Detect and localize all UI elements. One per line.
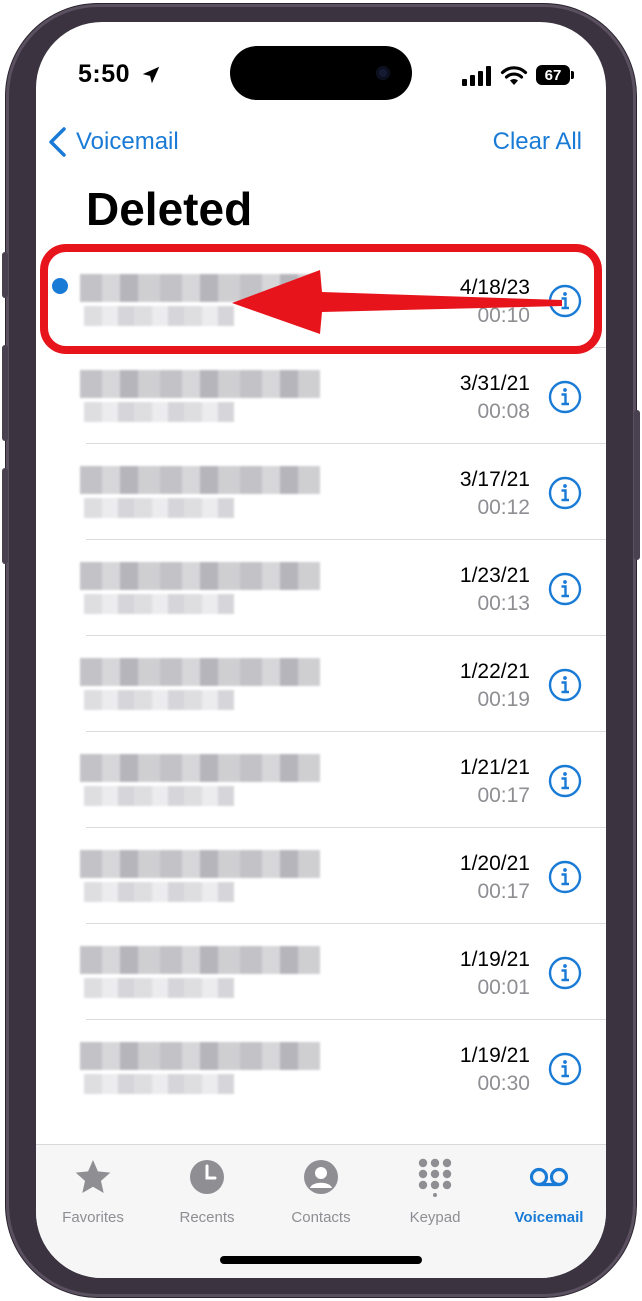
action-button	[2, 252, 8, 298]
voicemail-duration: 00:12	[477, 496, 530, 519]
person-icon	[304, 1160, 338, 1194]
caller-name-redacted	[80, 846, 320, 906]
back-button[interactable]: Voicemail	[46, 122, 179, 162]
caller-name-redacted	[80, 654, 320, 714]
chevron-left-icon	[49, 127, 66, 157]
volume-up-button	[2, 345, 8, 441]
battery-cap	[571, 71, 574, 79]
voicemail-duration: 00:17	[477, 880, 530, 903]
caller-name-redacted	[80, 462, 320, 522]
tab-label: Voicemail	[514, 1209, 584, 1226]
tab-contacts[interactable]: Contacts	[264, 1157, 378, 1237]
caller-name-redacted	[80, 942, 320, 1002]
voicemail-row[interactable]: 1/19/21 00:30	[36, 1020, 606, 1116]
caller-name-redacted	[80, 558, 320, 618]
home-indicator[interactable]	[220, 1256, 422, 1264]
info-icon[interactable]	[548, 1052, 582, 1086]
voicemail-icon	[529, 1167, 569, 1187]
info-icon[interactable]	[548, 860, 582, 894]
voicemail-row[interactable]: 1/22/21 00:19	[36, 636, 606, 732]
voicemail-duration: 00:10	[477, 304, 530, 327]
caller-name-redacted	[80, 366, 320, 426]
location-arrow-icon	[142, 66, 160, 84]
voicemail-date: 1/19/21	[459, 1044, 530, 1067]
voicemail-date: 1/20/21	[459, 852, 530, 875]
dynamic-island	[230, 46, 412, 100]
voicemail-duration: 00:17	[477, 784, 530, 807]
wifi-icon	[500, 66, 528, 85]
tab-label: Keypad	[409, 1209, 461, 1226]
battery-level: 67	[544, 66, 562, 84]
voicemail-duration: 00:19	[477, 688, 530, 711]
caller-name-redacted	[80, 270, 320, 330]
voicemail-list: 4/18/23 00:10 3/31/21 00:08 3/17/21 00:1…	[36, 252, 606, 1116]
caller-name-redacted	[80, 1038, 320, 1098]
info-icon[interactable]	[548, 668, 582, 702]
volume-down-button	[2, 468, 8, 564]
voicemail-row[interactable]: 1/20/21 00:17	[36, 828, 606, 924]
unread-indicator	[52, 278, 68, 294]
tab-voicemail[interactable]: Voicemail	[492, 1157, 606, 1237]
info-icon[interactable]	[548, 380, 582, 414]
voicemail-date: 3/31/21	[459, 372, 530, 395]
power-button	[634, 410, 640, 560]
tab-label: Favorites	[62, 1209, 124, 1226]
voicemail-date: 1/23/21	[459, 564, 530, 587]
voicemail-date: 1/22/21	[459, 660, 530, 683]
tab-recents[interactable]: Recents	[150, 1157, 264, 1237]
voicemail-date: 3/17/21	[459, 468, 530, 491]
voicemail-date: 4/18/23	[459, 276, 530, 299]
clock-icon	[190, 1160, 224, 1194]
voicemail-row[interactable]: 4/18/23 00:10	[36, 252, 606, 348]
voicemail-date: 1/21/21	[459, 756, 530, 779]
tab-keypad[interactable]: Keypad	[378, 1157, 492, 1237]
front-camera	[376, 66, 390, 80]
keypad-icon	[418, 1158, 452, 1197]
voicemail-duration: 00:01	[477, 976, 530, 999]
info-icon[interactable]	[548, 284, 582, 318]
back-button-label: Voicemail	[76, 128, 179, 155]
voicemail-row[interactable]: 3/31/21 00:08	[36, 348, 606, 444]
voicemail-row[interactable]: 3/17/21 00:12	[36, 444, 606, 540]
tab-label: Recents	[179, 1209, 235, 1226]
status-time: 5:50	[78, 60, 131, 88]
cellular-signal-icon	[462, 66, 491, 86]
status-bar: 5:50 67	[36, 22, 606, 122]
voicemail-duration: 00:13	[477, 592, 530, 615]
phone-screen: 5:50 67 Voicemail Clear All Deleted 4/18…	[36, 22, 606, 1278]
info-icon[interactable]	[548, 956, 582, 990]
voicemail-row[interactable]: 1/19/21 00:01	[36, 924, 606, 1020]
star-icon	[75, 1160, 111, 1193]
info-icon[interactable]	[548, 764, 582, 798]
info-icon[interactable]	[548, 572, 582, 606]
tab-label: Contacts	[291, 1209, 351, 1226]
voicemail-duration: 00:08	[477, 400, 530, 423]
battery-indicator: 67	[536, 65, 570, 85]
voicemail-date: 1/19/21	[459, 948, 530, 971]
clear-all-button[interactable]: Clear All	[493, 122, 582, 162]
voicemail-row[interactable]: 1/21/21 00:17	[36, 732, 606, 828]
page-title: Deleted	[86, 183, 253, 235]
voicemail-duration: 00:30	[477, 1072, 530, 1095]
voicemail-row[interactable]: 1/23/21 00:13	[36, 540, 606, 636]
tab-favorites[interactable]: Favorites	[36, 1157, 150, 1237]
info-icon[interactable]	[548, 476, 582, 510]
caller-name-redacted	[80, 750, 320, 810]
